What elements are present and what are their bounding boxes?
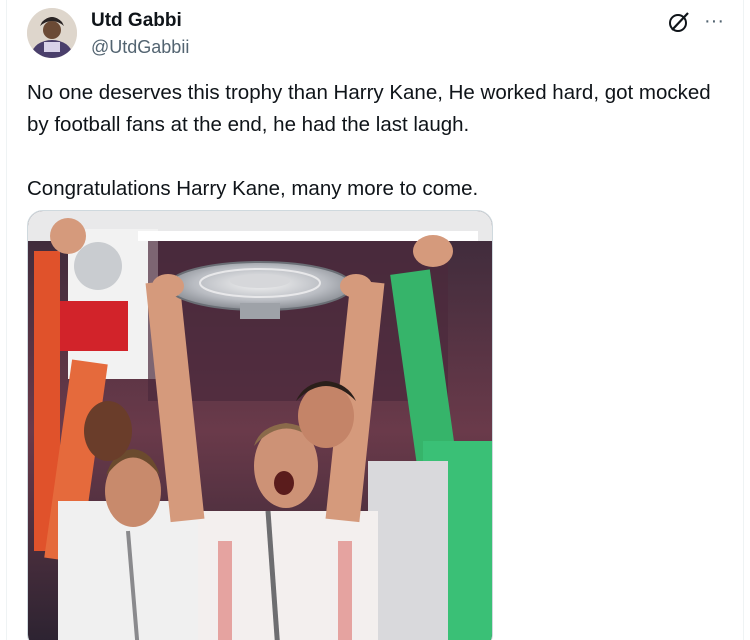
author-display-name[interactable]: Utd Gabbi <box>91 10 182 32</box>
tweet-text: No one deserves this trophy than Harry K… <box>27 77 717 205</box>
tweet-text-line: Congratulations Harry Kane, many more to… <box>27 177 479 200</box>
author-handle[interactable]: @UtdGabbii <box>91 37 189 58</box>
tweet-card[interactable]: Utd Gabbi @UtdGabbii ··· No one deserves… <box>6 0 744 640</box>
avatar[interactable] <box>27 8 77 58</box>
more-icon[interactable]: ··· <box>700 8 728 34</box>
grok-icon[interactable] <box>667 10 691 34</box>
tweet-text-line: No one deserves this trophy than Harry K… <box>27 81 711 136</box>
tweet-photo[interactable] <box>27 210 493 640</box>
